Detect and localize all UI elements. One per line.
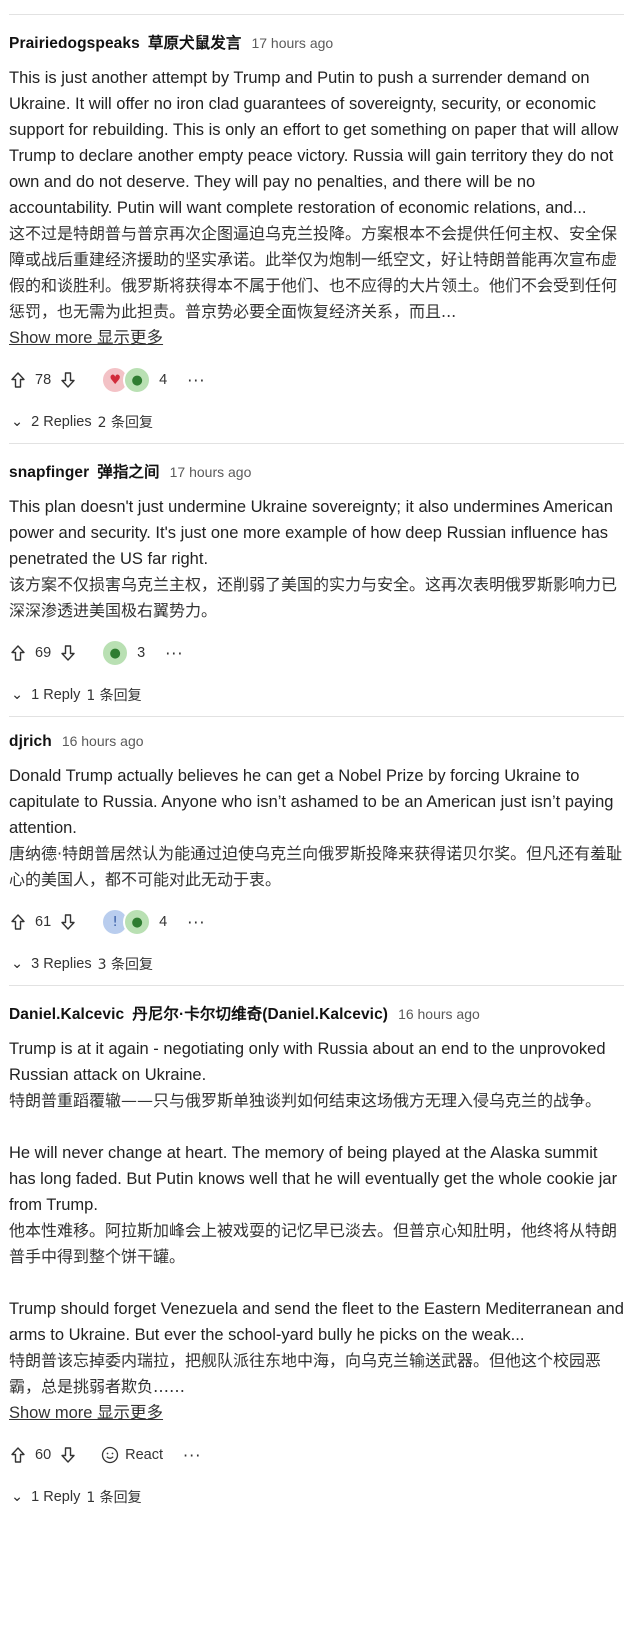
react-label: React <box>125 1447 164 1463</box>
comment-text-en: Trump is at it again - negotiating only … <box>9 1040 606 1084</box>
downvote-icon[interactable] <box>59 913 77 931</box>
replies-label: 3 Replies <box>31 956 92 972</box>
lightbulb-reaction-icon: ● <box>123 366 152 394</box>
comment-text-en: Donald Trump actually believes he can ge… <box>9 767 614 837</box>
replies-label-zh: 2 条回复 <box>97 415 153 431</box>
author-name-en[interactable]: snapfinger <box>9 464 89 481</box>
replies-label-zh: 3 条回复 <box>97 957 153 973</box>
downvote-icon[interactable] <box>59 1446 77 1464</box>
comment: snapfinger 弹指之间 17 hours ago This plan do… <box>9 443 624 716</box>
vote-group: 60 <box>9 1446 77 1464</box>
lightbulb-reaction-icon: ● <box>123 908 152 936</box>
comment-actions: 60 React ··· <box>9 1440 624 1470</box>
author-name-en[interactable]: Prairiedogspeaks <box>9 35 140 52</box>
comment-header: djrich 16 hours ago <box>9 733 624 751</box>
comment-text-zh: 唐纳德·特朗普居然认为能通过迫使乌克兰向俄罗斯投降来获得诺贝尔奖。但凡还有羞耻心… <box>9 844 623 889</box>
comment-header: snapfinger 弹指之间 17 hours ago <box>9 460 624 482</box>
downvote-icon[interactable] <box>59 644 77 662</box>
timestamp: 17 hours ago <box>169 464 252 480</box>
author-name[interactable]: Daniel.Kalcevic 丹尼尔·卡尔切维奇(Daniel.Kalcevic… <box>9 1002 388 1024</box>
comments-feed: Prairiedogspeaks 草原犬鼠发言 17 hours ago This… <box>9 14 624 1518</box>
vote-count: 61 <box>35 914 52 930</box>
reactions[interactable]: ● 3 <box>101 639 145 667</box>
timestamp: 16 hours ago <box>398 1006 480 1022</box>
chevron-down-icon: ⌄ <box>11 1489 24 1505</box>
comment-header: Daniel.Kalcevic 丹尼尔·卡尔切维奇(Daniel.Kalcevic… <box>9 1002 624 1024</box>
replies-label: 1 Reply <box>31 687 81 703</box>
author-name-zh[interactable]: 丹尼尔·卡尔切维奇(Daniel.Kalcevic) <box>132 1006 388 1023</box>
timestamp: 16 hours ago <box>61 733 144 749</box>
show-more-link[interactable]: Show more 显示更多 <box>9 1400 163 1426</box>
replies-label: 2 Replies <box>31 414 92 430</box>
vote-group: 78 <box>9 371 77 389</box>
vote-count: 60 <box>35 1447 52 1463</box>
comment-text-zh: 他本性难移。阿拉斯加峰会上被戏耍的记忆早已淡去。但普京心知肚明，他终将从特朗普手… <box>9 1221 618 1266</box>
author-name-zh[interactable]: 草原犬鼠发言 <box>148 35 242 52</box>
author-name[interactable]: djrich <box>9 733 52 751</box>
comment-actions: 78 ♥ ● 4 ··· <box>9 365 624 395</box>
comment-text-zh: 特朗普重蹈覆辙——只与俄罗斯单独谈判如何结束这场俄方无理入侵乌克兰的战争。 <box>9 1091 602 1110</box>
upvote-icon[interactable] <box>9 371 27 389</box>
upvote-icon[interactable] <box>9 644 27 662</box>
upvote-icon[interactable] <box>9 1446 27 1464</box>
replies-toggle[interactable]: ⌄ 2 Replies 2 条回复 <box>9 411 624 433</box>
reaction-count: 3 <box>137 645 146 661</box>
comment-body: Trump is at it again - negotiating only … <box>9 1036 624 1426</box>
replies-toggle[interactable]: ⌄ 1 Reply 1 条回复 <box>9 1486 624 1508</box>
replies-label-zh: 1 条回复 <box>86 688 142 704</box>
downvote-icon[interactable] <box>59 371 77 389</box>
comment-text-zh: 特朗普该忘掉委内瑞拉，把舰队派往东地中海，向乌克兰输送武器。但他这个校园恶霸，总… <box>9 1351 602 1396</box>
chevron-down-icon: ⌄ <box>11 414 24 430</box>
author-name-zh[interactable]: 弹指之间 <box>97 464 159 481</box>
comment-body: This is just another attempt by Trump an… <box>9 65 624 351</box>
comment-text-zh: 这不过是特朗普与普京再次企图逼迫乌克兰投降。方案根本不会提供任何主权、安全保障或… <box>9 224 618 321</box>
author-name-en[interactable]: Daniel.Kalcevic <box>9 1006 124 1023</box>
chevron-down-icon: ⌄ <box>11 687 24 703</box>
reactions[interactable]: ! ● 4 <box>101 908 167 936</box>
comment-actions: 69 ● 3 ··· <box>9 638 624 668</box>
author-name[interactable]: snapfinger 弹指之间 <box>9 460 160 482</box>
replies-label: 1 Reply <box>31 1489 81 1505</box>
more-options-icon[interactable]: ··· <box>187 371 205 390</box>
vote-count: 69 <box>35 645 52 661</box>
more-options-icon[interactable]: ··· <box>187 913 205 932</box>
show-more-link[interactable]: Show more 显示更多 <box>9 325 163 351</box>
vote-group: 61 <box>9 913 77 931</box>
vote-count: 78 <box>35 372 52 388</box>
reaction-count: 4 <box>159 372 168 388</box>
chevron-down-icon: ⌄ <box>11 956 24 972</box>
comment-text-en: Trump should forget Venezuela and send t… <box>9 1300 624 1344</box>
smiley-icon <box>101 1446 119 1464</box>
comment-text-en: He will never change at heart. The memor… <box>9 1144 618 1214</box>
author-name-en[interactable]: djrich <box>9 733 52 750</box>
lightbulb-reaction-icon: ● <box>101 639 130 667</box>
vote-group: 69 <box>9 644 77 662</box>
reactions[interactable]: ♥ ● 4 <box>101 366 167 394</box>
more-options-icon[interactable]: ··· <box>165 644 183 663</box>
comment-header: Prairiedogspeaks 草原犬鼠发言 17 hours ago <box>9 31 624 53</box>
comment: Prairiedogspeaks 草原犬鼠发言 17 hours ago This… <box>9 14 624 443</box>
replies-toggle[interactable]: ⌄ 3 Replies 3 条回复 <box>9 953 624 975</box>
comment-text-en: This is just another attempt by Trump an… <box>9 69 619 217</box>
reaction-count: 4 <box>159 914 168 930</box>
replies-label-zh: 1 条回复 <box>86 1490 142 1506</box>
more-options-icon[interactable]: ··· <box>183 1446 201 1465</box>
replies-toggle[interactable]: ⌄ 1 Reply 1 条回复 <box>9 684 624 706</box>
comment: djrich 16 hours ago Donald Trump actuall… <box>9 716 624 985</box>
comment-text-en: This plan doesn't just undermine Ukraine… <box>9 498 613 568</box>
comment: Daniel.Kalcevic 丹尼尔·卡尔切维奇(Daniel.Kalcevic… <box>9 985 624 1518</box>
author-name[interactable]: Prairiedogspeaks 草原犬鼠发言 <box>9 31 241 53</box>
comment-body: Donald Trump actually believes he can ge… <box>9 763 624 893</box>
upvote-icon[interactable] <box>9 913 27 931</box>
react-button[interactable]: React <box>101 1446 163 1464</box>
comment-actions: 61 ! ● 4 ··· <box>9 907 624 937</box>
timestamp: 17 hours ago <box>251 35 334 51</box>
comment-body: This plan doesn't just undermine Ukraine… <box>9 494 624 624</box>
comment-text-zh: 该方案不仅损害乌克兰主权，还削弱了美国的实力与安全。这再次表明俄罗斯影响力已深深… <box>9 575 618 620</box>
